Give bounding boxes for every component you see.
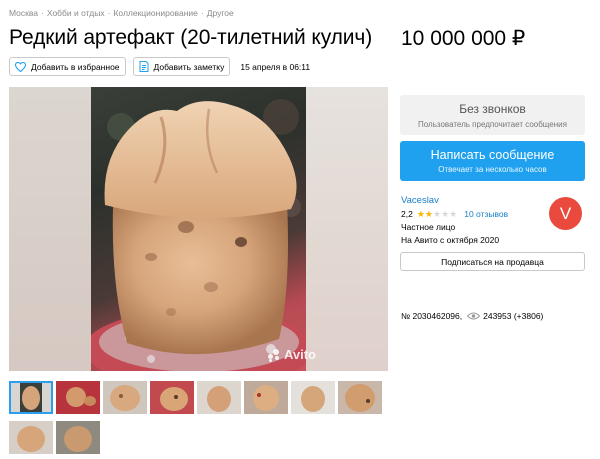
thumbnail-4[interactable] [150,381,194,414]
star-icon: ★ [441,208,450,219]
eye-icon [467,312,481,320]
breadcrumb-section[interactable]: Другое [207,8,234,18]
seller-rating: 2,2 ★ ★ ★ ★ ★ 10 отзывов [401,209,508,219]
seller-reviews-link[interactable]: 10 отзывов [464,209,508,219]
seller-type: Частное лицо [401,222,456,232]
write-message-subtitle: Отвечает за несколько часов [438,165,547,174]
breadcrumb-category[interactable]: Хобби и отдых [47,8,105,18]
thumbnail-5[interactable] [197,381,241,414]
rating-stars: ★ ★ ★ ★ ★ [416,208,458,219]
thumbnail-1[interactable] [9,381,53,414]
listing-title: Редкий артефакт (20-тилетний кулич) [9,26,373,49]
thumbnail-3[interactable] [103,381,147,414]
seller-name-link[interactable]: Vaceslav [401,195,439,206]
star-icon: ★ [416,208,425,219]
breadcrumb-city[interactable]: Москва [9,8,38,18]
breadcrumb-separator: · [200,8,204,18]
listing-price: 10 000 000 ₽ [401,27,526,50]
add-note-button[interactable]: Добавить заметку [132,57,231,76]
add-note-label: Добавить заметку [153,61,225,72]
heart-icon [15,61,26,72]
thumbnail-8[interactable] [338,381,382,414]
breadcrumb-separator: · [41,8,44,18]
avito-watermark-text: Avito [283,347,316,362]
add-to-favorites-label: Добавить в избранное [31,61,120,72]
no-calls-title: Без звонков [459,102,526,116]
thumbnail-2[interactable] [56,381,100,414]
add-to-favorites-button[interactable]: Добавить в избранное [9,57,126,76]
listing-date: 15 апреля в 06:11 [240,61,311,72]
breadcrumb: Москва · Хобби и отдых · Коллекционирова… [9,8,234,18]
gallery-blur-right [306,87,388,371]
no-calls-notice: Без звонков Пользователь предпочитает со… [400,95,585,135]
seller-since: На Авито с октября 2020 [401,235,500,245]
write-message-title: Написать сообщение [430,148,555,162]
kulich-photo [91,99,306,371]
thumbnail-6[interactable] [244,381,288,414]
thumbnail-7[interactable] [291,381,335,414]
star-icon: ★ [424,208,433,219]
thumbnail-10[interactable] [56,421,100,454]
star-icon: ★ [432,208,442,219]
star-icon: ★ [449,208,458,219]
note-icon [139,61,149,72]
thumbnail-9[interactable] [9,421,53,454]
main-photo[interactable] [91,87,306,371]
listing-views: 243953 (+3806) [483,311,544,321]
listing-stats: № 2030462096, 243953 (+3806) [401,311,543,321]
avito-watermark: Avito [267,347,316,362]
avito-logo-icon [267,348,282,362]
listing-actions: Добавить в избранное Добавить заметку 15… [9,57,310,76]
gallery-blur-left [9,87,91,371]
breadcrumb-subcategory[interactable]: Коллекционирование [113,8,197,18]
no-calls-subtitle: Пользователь предпочитает сообщения [418,120,567,129]
photo-gallery[interactable]: Avito [9,87,388,371]
breadcrumb-separator: · [107,8,111,18]
seller-rating-value: 2,2 [401,209,413,219]
subscribe-seller-button[interactable]: Подписаться на продавца [400,252,585,271]
avatar[interactable]: V [549,197,582,230]
listing-number: № 2030462096, [401,311,463,321]
write-message-button[interactable]: Написать сообщение Отвечает за несколько… [400,141,585,181]
